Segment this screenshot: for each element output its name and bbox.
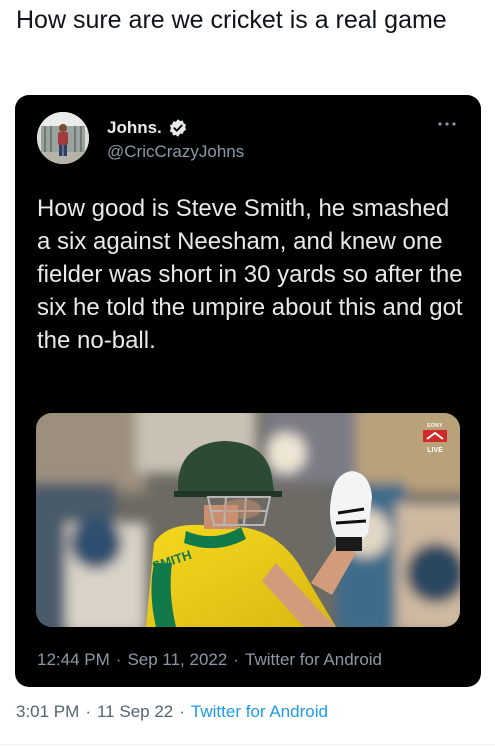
post-source-link[interactable]: Twitter for Android [191, 702, 328, 722]
timestamp-source[interactable]: Twitter for Android [245, 650, 382, 670]
media-image: SMITH [36, 413, 460, 627]
post-date[interactable]: 11 Sep 22 [97, 702, 173, 722]
post-footer: 3:01 PM · 11 Sep 22 · Twitter for Androi… [16, 702, 328, 722]
divider [0, 744, 495, 745]
post-text: How sure are we cricket is a real game [16, 6, 447, 34]
live-label: LIVE [427, 447, 443, 454]
quoted-tweet-card[interactable]: Johns. @CricCrazyJohns How good is Steve… [15, 95, 481, 687]
more-options-icon[interactable] [435, 117, 459, 131]
author-handle[interactable]: @CricCrazyJohns [107, 142, 244, 162]
timestamp-date[interactable]: Sep 11, 2022 [127, 650, 227, 670]
tweet-timestamp[interactable]: 12:44 PM · Sep 11, 2022 · Twitter for An… [37, 650, 382, 670]
verified-badge-icon [169, 119, 186, 137]
broadcaster-logo: SONY LIVE [422, 423, 448, 454]
broadcaster-logo-text: SONY [426, 423, 444, 429]
tweet-media[interactable]: SMITH SONY LIVE [36, 413, 460, 627]
broadcaster-ten-icon [423, 430, 447, 442]
post-time[interactable]: 3:01 PM [16, 702, 79, 722]
separator-dot: · [115, 650, 122, 669]
author-row[interactable]: Johns. [107, 116, 188, 140]
separator-dot: · [179, 702, 185, 721]
avatar-image [37, 112, 89, 164]
timestamp-time[interactable]: 12:44 PM [37, 650, 110, 670]
avatar[interactable] [37, 112, 89, 164]
separator-dot: · [233, 650, 239, 669]
author-name[interactable]: Johns. [107, 118, 162, 138]
tweet-text: How good is Steve Smith, he smashed a si… [37, 195, 463, 354]
separator-dot: · [85, 702, 91, 721]
